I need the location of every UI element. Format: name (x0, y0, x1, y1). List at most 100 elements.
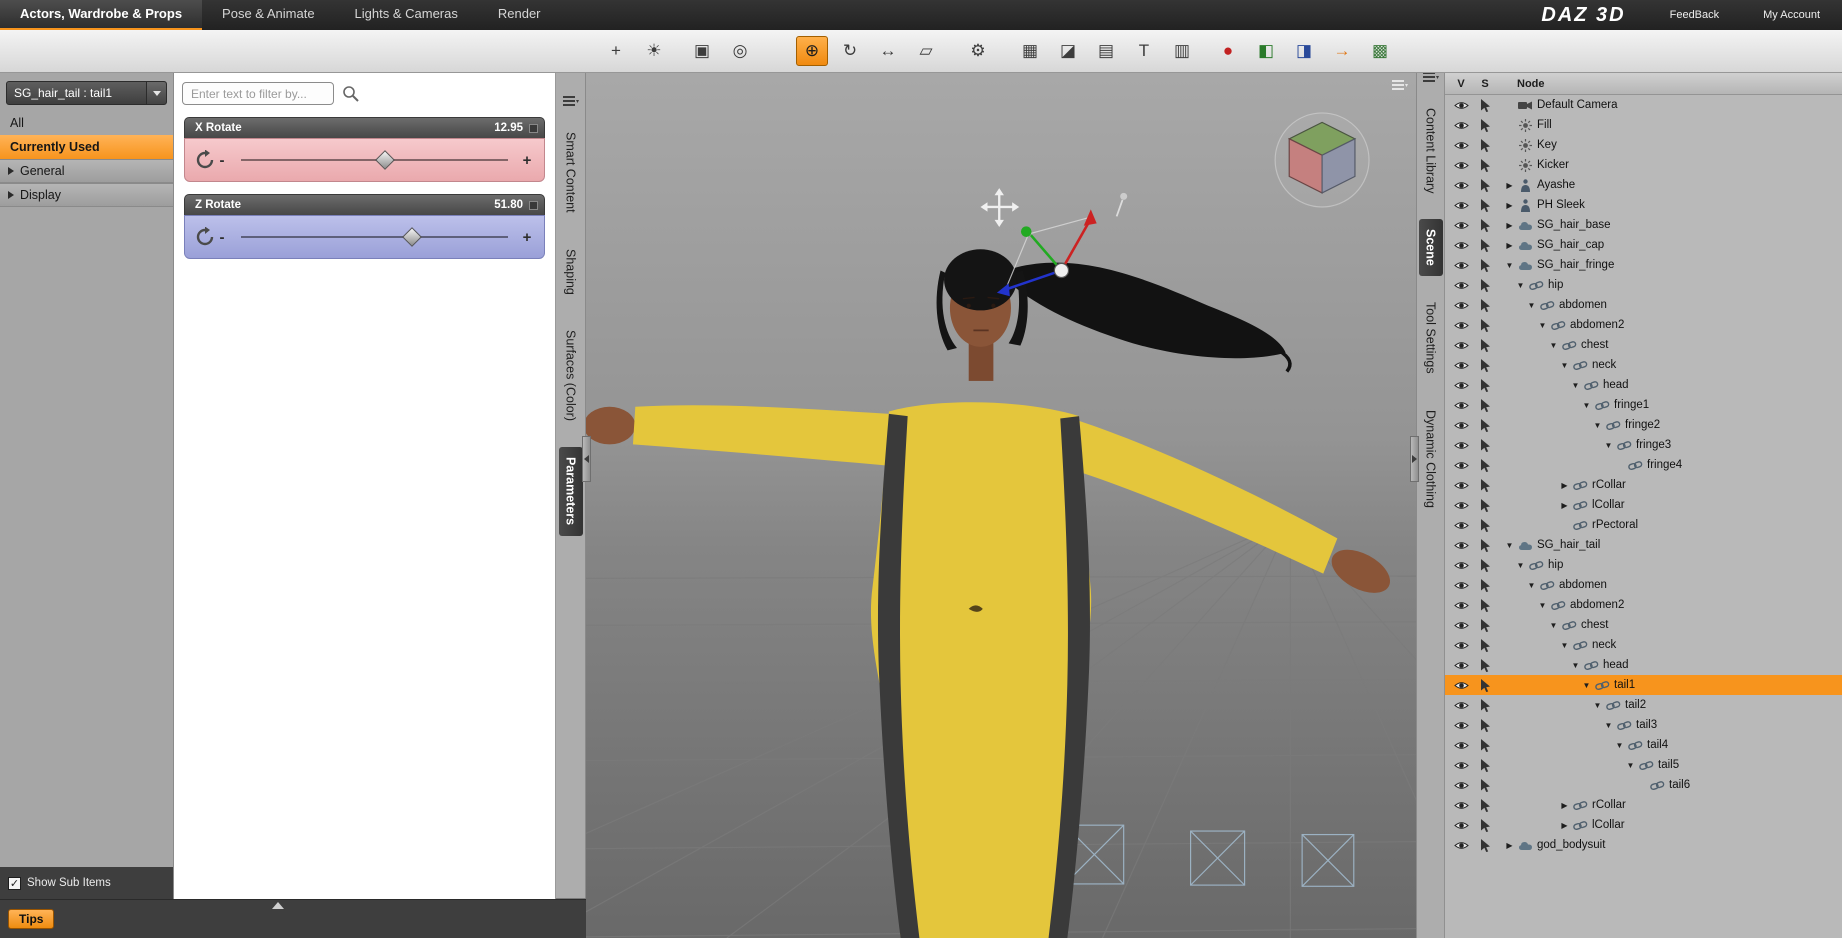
selection-pointer-icon[interactable] (1475, 278, 1495, 292)
visibility-eye-icon[interactable] (1451, 600, 1471, 611)
visibility-eye-icon[interactable] (1451, 320, 1471, 331)
expander-icon[interactable]: ▼ (1591, 701, 1604, 710)
selection-pointer-icon[interactable] (1475, 618, 1495, 632)
tree-row[interactable]: Kicker (1445, 155, 1842, 175)
feedback-link[interactable]: FeedBack (1670, 9, 1720, 21)
slider-handle[interactable] (375, 150, 396, 170)
selection-pointer-icon[interactable] (1475, 138, 1495, 152)
category-currently-used[interactable]: Currently Used (0, 135, 173, 159)
selection-pointer-icon[interactable] (1475, 158, 1495, 172)
visibility-eye-icon[interactable] (1451, 280, 1471, 291)
selection-pointer-icon[interactable] (1475, 438, 1495, 452)
increment-button[interactable]: + (520, 229, 534, 246)
expander-icon[interactable]: ▼ (1525, 581, 1538, 590)
expander-icon[interactable]: ▼ (1558, 641, 1571, 650)
viewport-3d[interactable] (350, 73, 1667, 938)
visibility-eye-icon[interactable] (1451, 540, 1471, 551)
category-display[interactable]: Display (0, 183, 173, 207)
visibility-eye-icon[interactable] (1451, 500, 1471, 511)
expander-icon[interactable]: ▶ (1503, 181, 1516, 190)
selection-pointer-icon[interactable] (1475, 318, 1495, 332)
tree-row[interactable]: ▼ SG_hair_fringe (1445, 255, 1842, 275)
visibility-eye-icon[interactable] (1451, 480, 1471, 491)
expander-icon[interactable]: ▼ (1503, 541, 1516, 550)
selection-pointer-icon[interactable] (1475, 238, 1495, 252)
aim-at-item-icon[interactable]: ◎ (724, 36, 756, 66)
rotate-tool-icon[interactable]: ↻ (834, 36, 866, 66)
category-general[interactable]: General (0, 159, 173, 183)
selection-pointer-icon[interactable] (1475, 478, 1495, 492)
expander-icon[interactable]: ▶ (1503, 241, 1516, 250)
tab-parameters[interactable]: Parameters (558, 447, 583, 536)
tree-row[interactable]: ▶ rCollar (1445, 475, 1842, 495)
selection-pointer-icon[interactable] (1475, 638, 1495, 652)
tab-content-library[interactable]: Content Library (1419, 98, 1443, 203)
expander-icon[interactable]: ▼ (1580, 401, 1593, 410)
expander-icon[interactable]: ▼ (1569, 661, 1582, 670)
selection-pointer-icon[interactable] (1475, 718, 1495, 732)
tab-scene[interactable]: Scene (1418, 219, 1443, 277)
my-account-link[interactable]: My Account (1763, 9, 1820, 21)
selection-pointer-icon[interactable] (1475, 458, 1495, 472)
material-preview-icon[interactable]: ◧ (1250, 36, 1282, 66)
tab-render[interactable]: Render (478, 0, 561, 30)
tree-row[interactable]: ▼ hip (1445, 555, 1842, 575)
selection-pointer-icon[interactable] (1475, 298, 1495, 312)
text-annotation-icon[interactable]: T (1128, 36, 1160, 66)
expander-icon[interactable]: ▼ (1624, 761, 1637, 770)
expander-icon[interactable]: ▼ (1514, 561, 1527, 570)
scale-tool-icon[interactable]: ▱ (910, 36, 942, 66)
geometry-editor-icon[interactable]: ◪ (1052, 36, 1084, 66)
visibility-eye-icon[interactable] (1451, 340, 1471, 351)
expander-icon[interactable]: ▼ (1547, 621, 1560, 630)
tab-surfaces-color[interactable]: Surfaces (Color) (559, 320, 583, 431)
search-icon[interactable] (342, 85, 359, 102)
environment-icon[interactable]: ▩ (1364, 36, 1396, 66)
selection-pointer-icon[interactable] (1475, 598, 1495, 612)
tree-row[interactable]: ▶ SG_hair_base (1445, 215, 1842, 235)
visibility-eye-icon[interactable] (1451, 160, 1471, 171)
visibility-eye-icon[interactable] (1451, 200, 1471, 211)
expander-icon[interactable]: ▼ (1569, 381, 1582, 390)
tree-row[interactable]: ▶ lCollar (1445, 495, 1842, 515)
tree-row[interactable]: Default Camera (1445, 95, 1842, 115)
tab-lights-cameras[interactable]: Lights & Cameras (335, 0, 478, 30)
layer-preview-icon[interactable]: ◨ (1288, 36, 1320, 66)
tree-row[interactable]: ▼ head (1445, 655, 1842, 675)
visibility-eye-icon[interactable] (1451, 180, 1471, 191)
visibility-eye-icon[interactable] (1451, 560, 1471, 571)
expander-icon[interactable]: ▼ (1613, 741, 1626, 750)
render-preview-icon[interactable]: ● (1212, 36, 1244, 66)
right-splitter-handle[interactable] (1410, 436, 1419, 482)
expander-icon[interactable]: ▼ (1602, 441, 1615, 450)
tree-row[interactable]: ▼ neck (1445, 635, 1842, 655)
visibility-eye-icon[interactable] (1451, 300, 1471, 311)
visibility-eye-icon[interactable] (1451, 720, 1471, 731)
selection-pointer-icon[interactable] (1475, 818, 1495, 832)
tab-tool-settings[interactable]: Tool Settings (1419, 292, 1443, 384)
selection-pointer-icon[interactable] (1475, 658, 1495, 672)
tree-row[interactable]: ▼ neck (1445, 355, 1842, 375)
selection-pointer-icon[interactable] (1475, 538, 1495, 552)
tree-row[interactable]: ▼ tail4 (1445, 735, 1842, 755)
tab-shaping[interactable]: Shaping (559, 239, 583, 305)
selection-pointer-icon[interactable] (1475, 98, 1495, 112)
visibility-eye-icon[interactable] (1451, 100, 1471, 111)
visibility-eye-icon[interactable] (1451, 380, 1471, 391)
tips-button[interactable]: Tips (8, 909, 55, 929)
expander-icon[interactable]: ▼ (1525, 301, 1538, 310)
visibility-eye-icon[interactable] (1451, 680, 1471, 691)
tree-row[interactable]: ▼ fringe3 (1445, 435, 1842, 455)
left-splitter-handle[interactable] (582, 436, 591, 482)
selection-pointer-icon[interactable] (1475, 678, 1495, 692)
chevron-down-icon[interactable] (146, 82, 166, 104)
universal-manipulator-icon[interactable]: ⊕ (796, 36, 828, 66)
tree-row[interactable]: ▼ tail2 (1445, 695, 1842, 715)
expander-icon[interactable]: ▼ (1591, 421, 1604, 430)
selection-pointer-icon[interactable] (1475, 838, 1495, 852)
tree-row[interactable]: tail6 (1445, 775, 1842, 795)
tree-row[interactable]: ▶ SG_hair_cap (1445, 235, 1842, 255)
measure-tool-icon[interactable]: ▤ (1090, 36, 1122, 66)
tree-row[interactable]: ▼ tail5 (1445, 755, 1842, 775)
tree-row[interactable]: ▼ tail1 (1445, 675, 1842, 695)
